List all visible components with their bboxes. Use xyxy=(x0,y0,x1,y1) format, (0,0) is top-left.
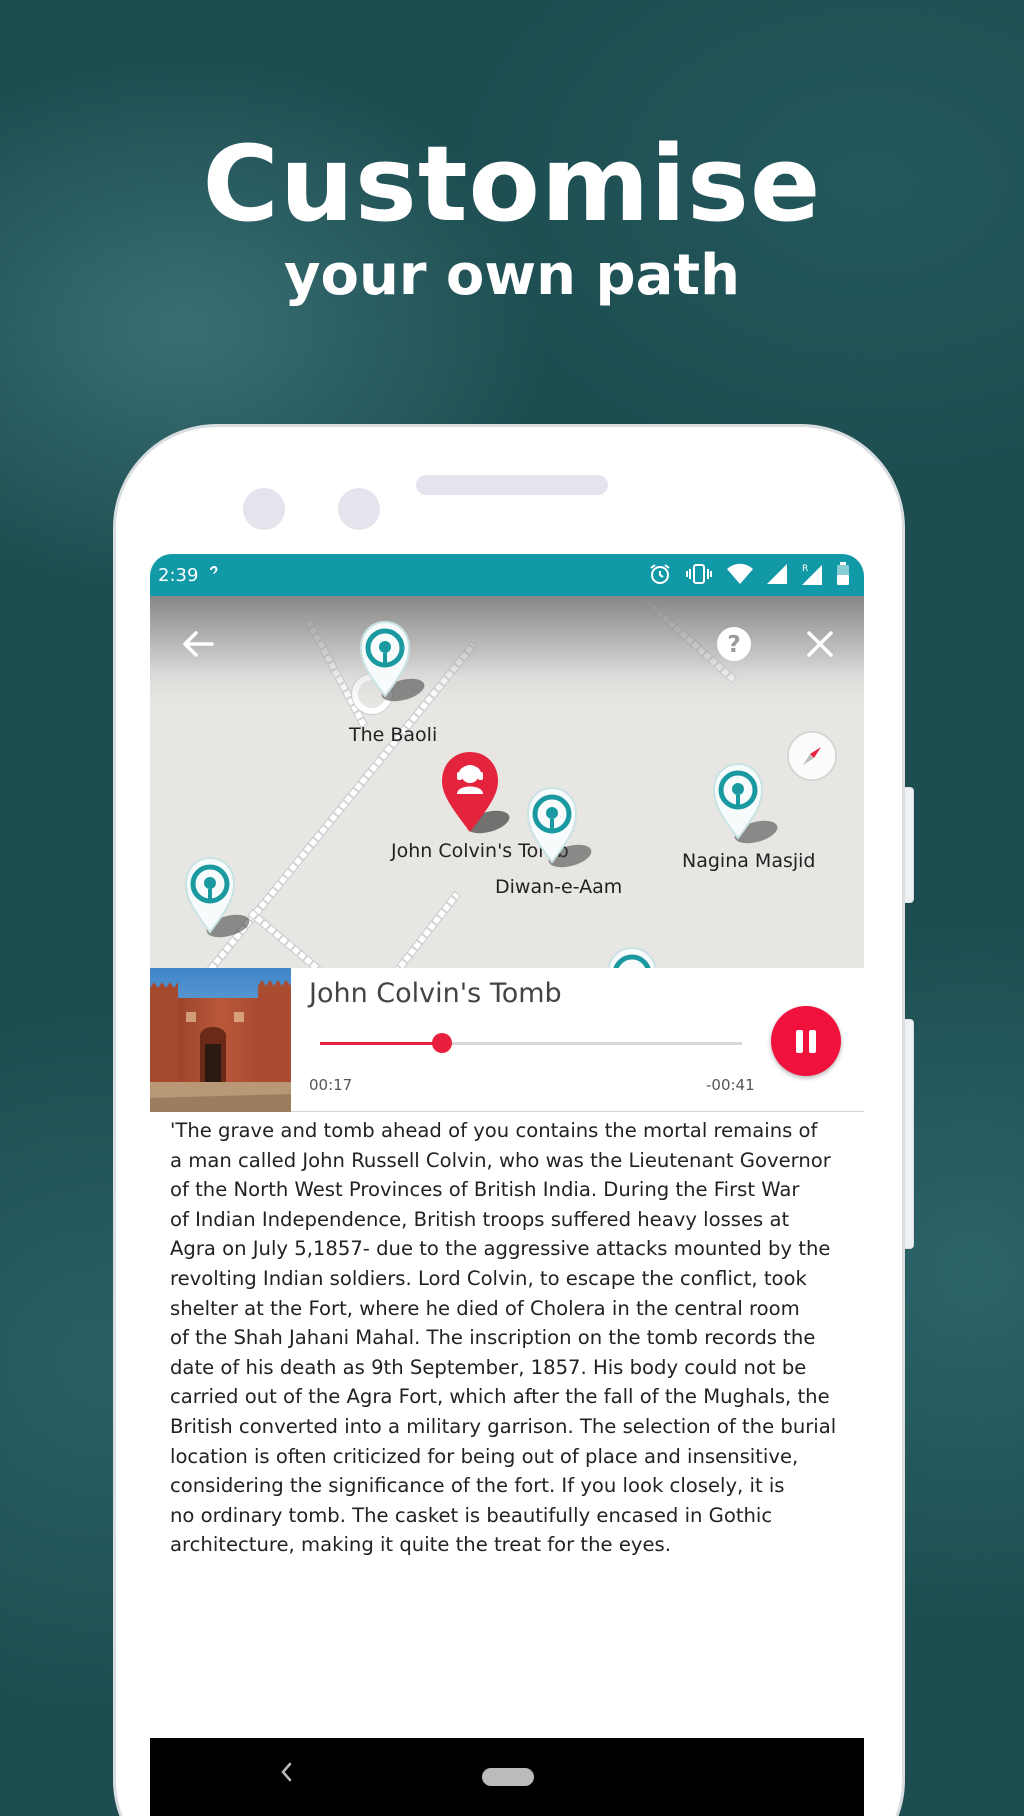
help-icon[interactable]: ? xyxy=(716,626,752,666)
description-line: a man called John Russell Colvin, who wa… xyxy=(170,1148,831,1172)
phone-screen: 2:39 R The Baoli John Colvin's Tomb Diwa… xyxy=(150,554,864,1816)
description-line: British converted into a military garris… xyxy=(170,1414,837,1438)
description-line: 'The grave and tomb ahead of you contain… xyxy=(170,1119,818,1142)
promo-title: Customise xyxy=(202,123,822,245)
progress-slider[interactable] xyxy=(320,1033,742,1053)
map-pin-baoli[interactable] xyxy=(355,618,435,712)
description-line: considering the significance of the fort… xyxy=(170,1474,785,1498)
site-description: 'The grave and tomb ahead of you contain… xyxy=(170,1116,856,1560)
description-line: revolting Indian soldiers. Lord Colvin, … xyxy=(170,1266,807,1290)
description-line: location is often criticized for being o… xyxy=(170,1444,799,1468)
description-line: shelter at the Fort, where he died of Ch… xyxy=(170,1296,800,1320)
progress-fill xyxy=(320,1042,442,1045)
description-line: no ordinary tomb. The casket is beautifu… xyxy=(170,1503,773,1527)
power-button xyxy=(904,787,914,903)
map-pin-current-john-colvins-tomb[interactable] xyxy=(438,748,518,848)
map-label-nagina-masjid: Nagina Masjid xyxy=(682,850,816,872)
vibrate-icon xyxy=(684,562,714,590)
description-line: of the North West Provinces of British I… xyxy=(170,1178,800,1202)
map-pin-nagina-masjid[interactable] xyxy=(708,760,788,854)
status-time: 2:39 xyxy=(158,564,199,586)
notification-icon xyxy=(208,565,220,585)
map-road xyxy=(386,890,461,968)
track-title: John Colvin's Tomb xyxy=(309,978,562,1009)
map-road xyxy=(247,908,360,968)
description-line: architecture, making it quite the treat … xyxy=(170,1533,671,1557)
description-line: of Indian Independence, British troops s… xyxy=(170,1207,790,1231)
pause-icon xyxy=(809,1030,816,1053)
promo-headline: Customise your own path xyxy=(0,125,1024,309)
front-camera xyxy=(243,488,285,530)
map-label-diwan-e-aam: Diwan-e-Aam xyxy=(495,876,623,898)
wifi-icon xyxy=(726,563,754,589)
promo-subtitle: your own path xyxy=(283,243,741,308)
site-thumbnail xyxy=(150,968,291,1112)
compass-icon[interactable] xyxy=(786,730,838,786)
volume-button xyxy=(904,1019,914,1249)
map-pin-partial[interactable] xyxy=(602,944,682,968)
svg-text:R: R xyxy=(802,564,808,574)
earpiece-speaker xyxy=(416,475,608,495)
roaming-signal-icon: R xyxy=(800,562,824,590)
description-line: carried out of the Agra Fort, which afte… xyxy=(170,1385,830,1409)
front-sensor xyxy=(338,488,380,530)
map-label-baoli: The Baoli xyxy=(349,724,438,746)
map-pin-delhi-gate[interactable] xyxy=(180,854,260,948)
system-nav-bar xyxy=(150,1738,864,1816)
back-arrow-icon[interactable] xyxy=(180,628,216,664)
map-pin-diwan-e-aam[interactable] xyxy=(522,784,602,878)
close-icon[interactable] xyxy=(804,628,836,664)
nav-back-icon[interactable] xyxy=(278,1758,294,1791)
audio-player: John Colvin's Tomb 00:17 -00:41 xyxy=(150,968,864,1112)
battery-icon xyxy=(836,562,850,590)
description-line: of the Shah Jahani Mahal. The inscriptio… xyxy=(170,1326,816,1350)
alarm-icon xyxy=(648,562,672,590)
remaining-time: -00:41 xyxy=(706,1076,755,1094)
status-bar: 2:39 R xyxy=(150,554,864,596)
nav-home-icon[interactable] xyxy=(482,1768,534,1786)
elapsed-time: 00:17 xyxy=(309,1076,353,1094)
svg-text:?: ? xyxy=(727,632,740,658)
tour-map[interactable]: The Baoli John Colvin's Tomb Diwan-e-Aam… xyxy=(150,596,864,968)
description-line: date of his death as 9th September, 1857… xyxy=(170,1355,807,1379)
map-top-gradient xyxy=(150,596,864,706)
progress-knob[interactable] xyxy=(432,1033,452,1053)
description-line: Agra on July 5,1857- due to the aggressi… xyxy=(170,1237,831,1261)
pause-icon xyxy=(796,1030,803,1053)
pause-button[interactable] xyxy=(771,1006,841,1076)
signal-icon xyxy=(766,563,788,589)
